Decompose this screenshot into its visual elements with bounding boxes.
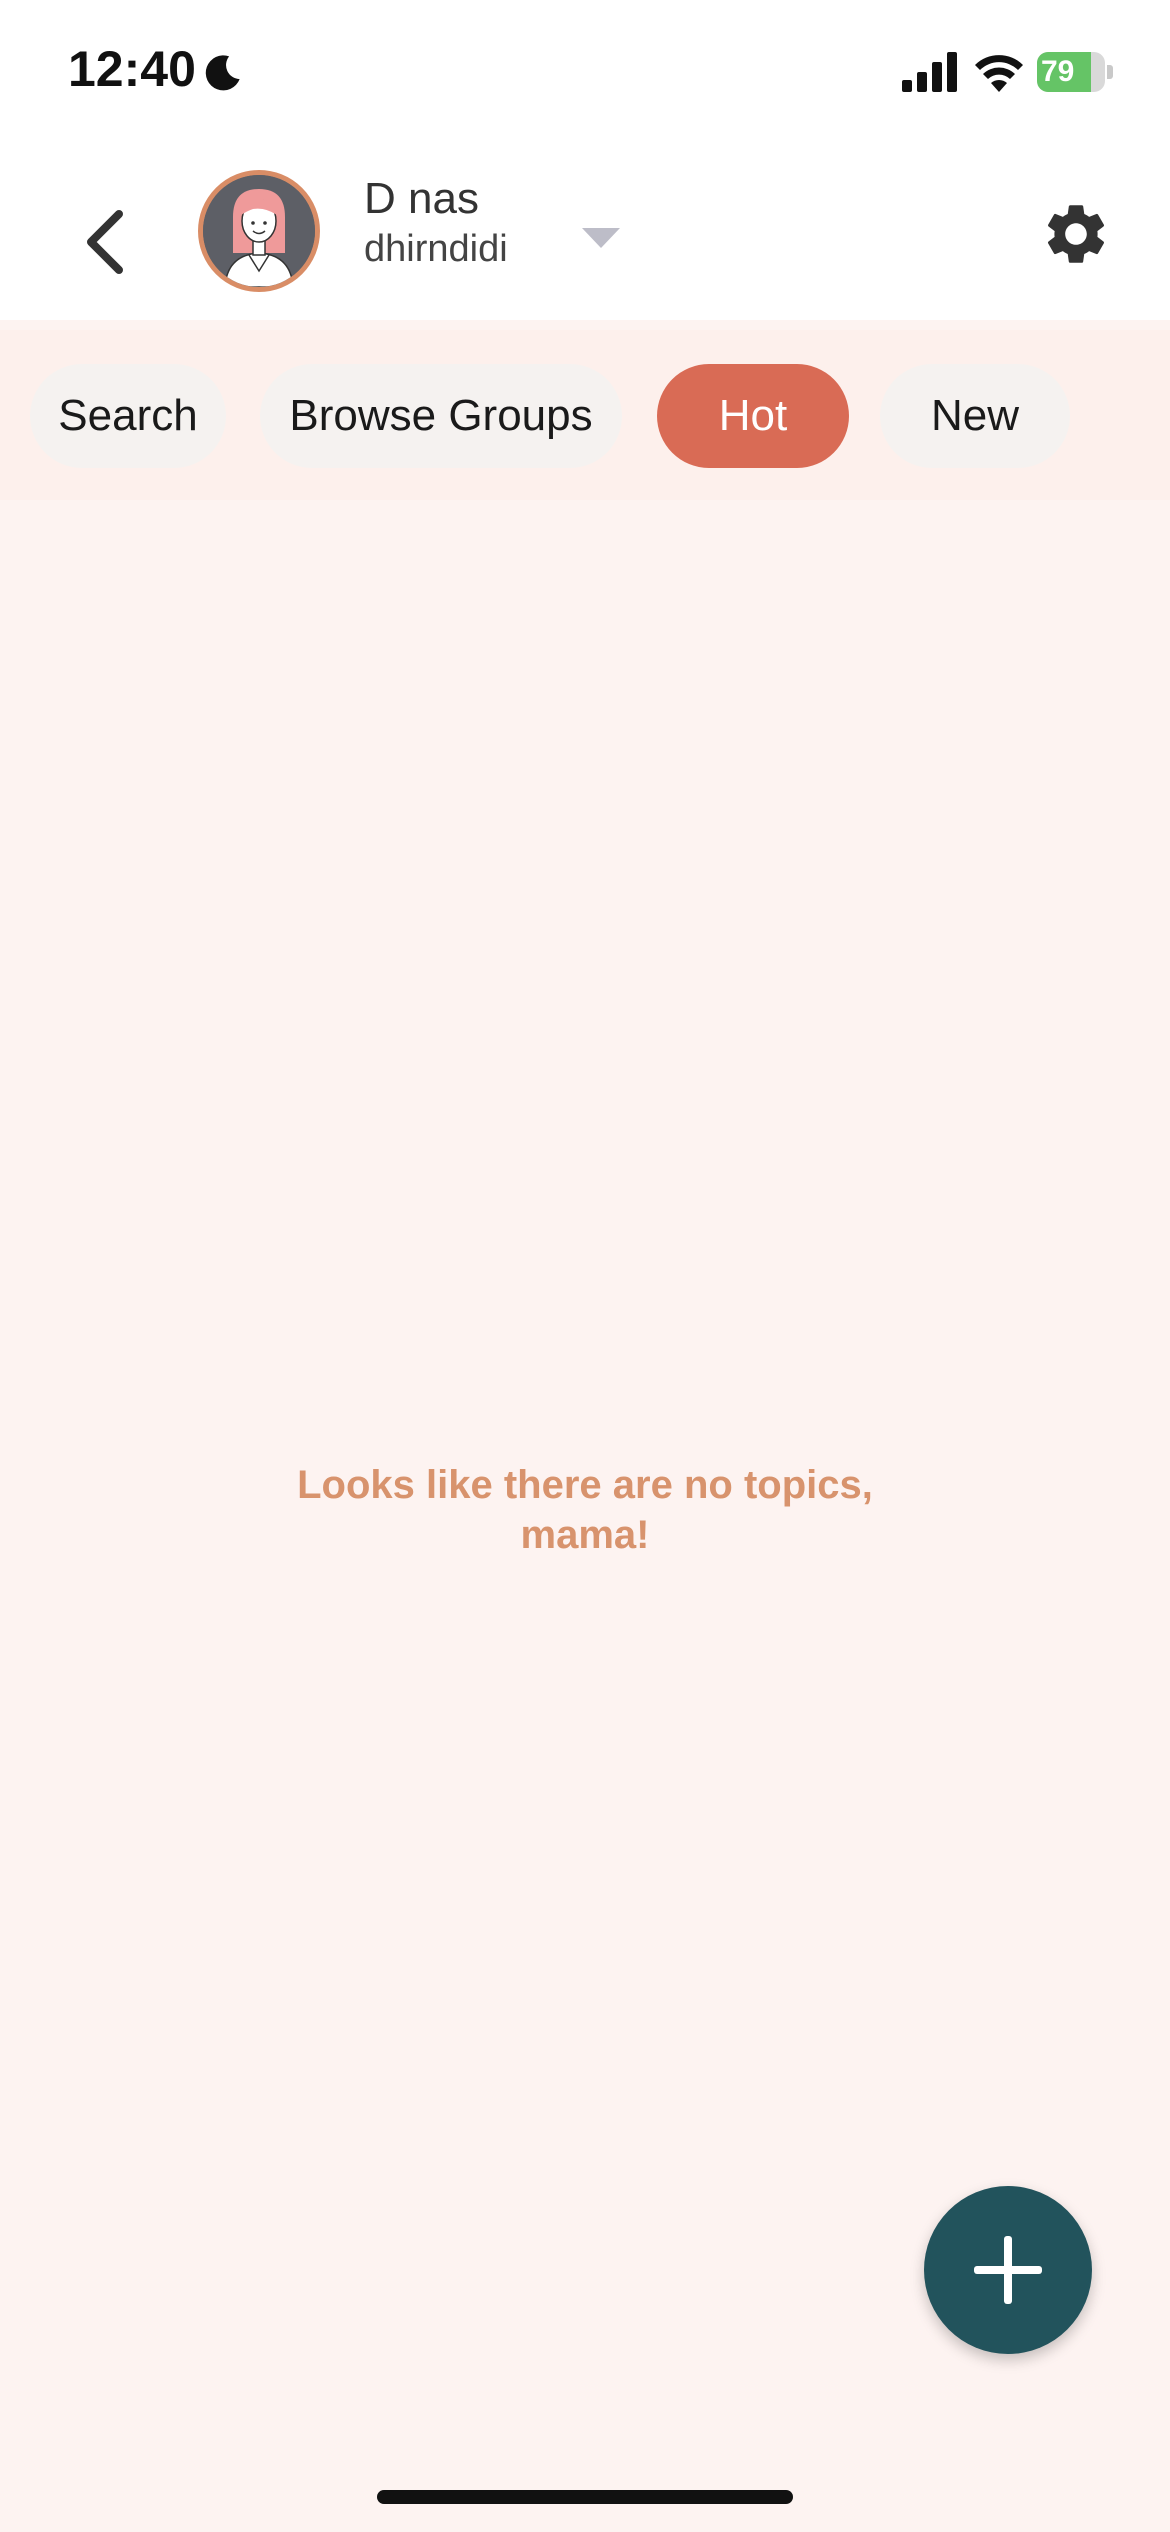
tab-search[interactable]: Search [30, 364, 226, 468]
tab-new[interactable]: New [880, 364, 1070, 468]
home-indicator[interactable] [377, 2490, 793, 2504]
user-handle: dhirndidi [364, 228, 508, 270]
wifi-icon [975, 55, 1023, 92]
back-button[interactable] [70, 202, 140, 282]
app-screen: 12:40 79 D nas dhirndidi Search Browse G… [0, 0, 1170, 2532]
empty-state-message: Looks like there are no topics, mama! [297, 1463, 873, 1557]
battery-body: 79 [1037, 52, 1105, 92]
back-arrow-icon [87, 210, 123, 274]
moon-icon [205, 55, 240, 91]
battery-percentage: 79 [1041, 55, 1075, 88]
user-display-name: D nas [364, 174, 479, 223]
tab-browse-groups[interactable]: Browse Groups [260, 364, 622, 468]
plus-icon [974, 2236, 1042, 2304]
filter-tabs: Search Browse Groups Hot New [0, 330, 1170, 500]
avatar[interactable] [198, 170, 320, 292]
signal-icon [902, 52, 957, 92]
battery-cap [1107, 65, 1113, 79]
create-topic-button[interactable] [924, 2186, 1092, 2354]
gear-icon[interactable] [1040, 198, 1112, 270]
chevron-down-icon[interactable] [576, 218, 626, 258]
profile-header: D nas dhirndidi [0, 150, 1170, 320]
tab-hot[interactable]: Hot [657, 364, 849, 468]
battery-icon: 79 [1037, 52, 1113, 92]
status-time: 12:40 [68, 41, 196, 97]
avatar-illustration-icon [203, 175, 315, 287]
status-bar: 12:40 79 [0, 0, 1170, 150]
